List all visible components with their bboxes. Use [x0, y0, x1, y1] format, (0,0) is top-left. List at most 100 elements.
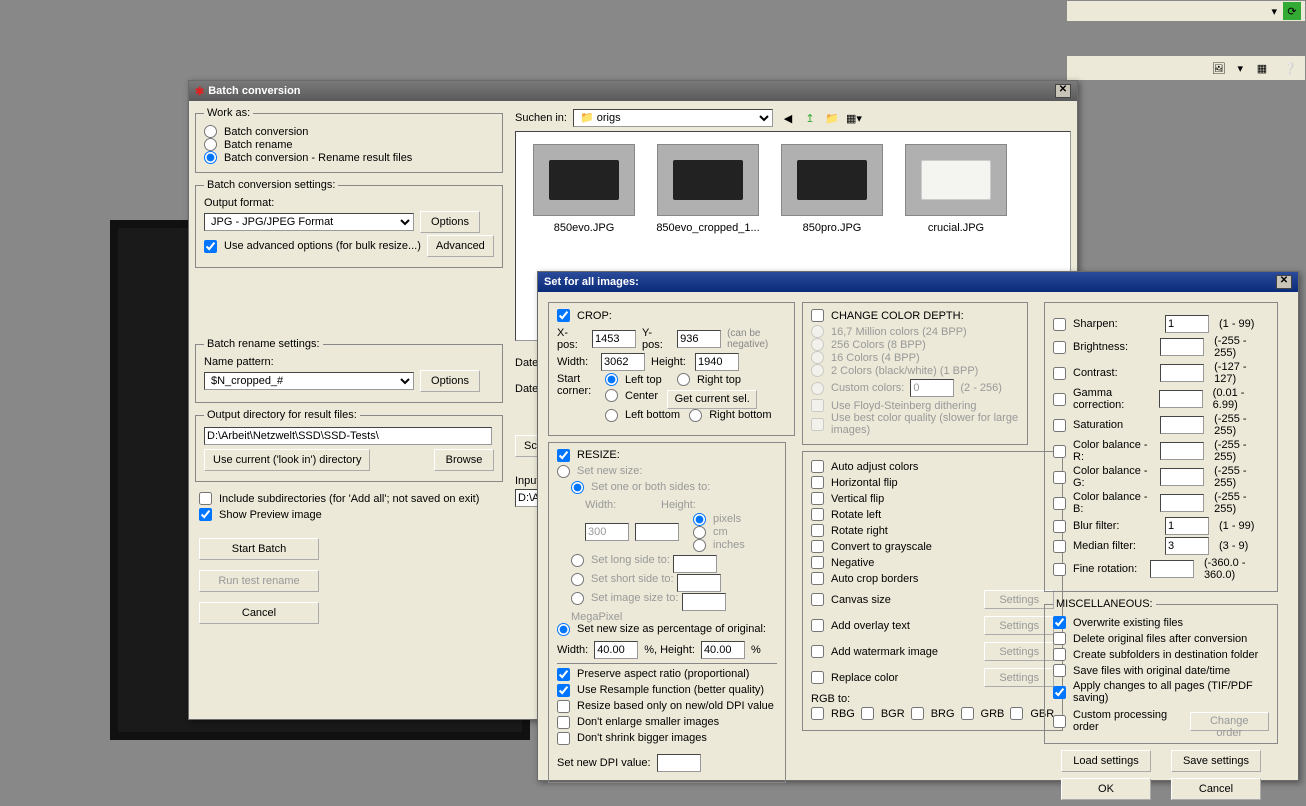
corner-center[interactable]: Center	[605, 389, 658, 402]
rgb-grb[interactable]: GRB	[961, 707, 1005, 720]
rgb-bgr[interactable]: BGR	[861, 707, 905, 720]
rgb-brg[interactable]: BRG	[911, 707, 955, 720]
median-field[interactable]	[1165, 537, 1209, 555]
delete-orig-check[interactable]: Delete original files after conversion	[1053, 632, 1269, 645]
new-folder-icon[interactable]: 📁	[823, 109, 841, 127]
work-as-batch-rename[interactable]: Batch rename	[204, 138, 494, 151]
cbg-field[interactable]	[1160, 468, 1204, 486]
layout-icon[interactable]: ▦	[1253, 59, 1271, 77]
custom-order-check[interactable]: Custom processing order	[1053, 709, 1184, 733]
sharpen-field[interactable]	[1165, 315, 1209, 333]
start-batch-button[interactable]: Start Batch	[199, 538, 319, 560]
subfolders-check[interactable]: Create subfolders in destination folder	[1053, 648, 1269, 661]
blur-field[interactable]	[1165, 517, 1209, 535]
gamma-check[interactable]: Gamma correction:	[1053, 387, 1153, 411]
sat-check[interactable]: Saturation	[1053, 419, 1154, 432]
output-format-select[interactable]: JPG - JPG/JPEG Format	[204, 213, 414, 231]
dont-enlarge-check[interactable]: Don't enlarge smaller images	[557, 716, 719, 729]
rgb-rbg[interactable]: RBG	[811, 707, 855, 720]
watermark-check[interactable]: Add watermark image	[811, 645, 938, 658]
dropdown-arrow-icon[interactable]: ▾	[1271, 5, 1277, 18]
close-icon[interactable]: ✕	[1276, 275, 1292, 289]
corner-right-top[interactable]: Right top	[677, 373, 741, 386]
cancel-button[interactable]: Cancel	[1171, 778, 1261, 800]
color-depth-check[interactable]: CHANGE COLOR DEPTH:	[811, 309, 964, 322]
file-item[interactable]: 850evo_cropped_1...	[650, 144, 766, 234]
one-or-both-radio[interactable]: Set one or both sides to:	[571, 481, 710, 494]
negative-check[interactable]: Negative	[811, 556, 1054, 569]
get-current-sel-button[interactable]: Get current sel.	[667, 390, 757, 409]
vflip-check[interactable]: Vertical flip	[811, 492, 1054, 505]
browse-button[interactable]: Browse	[434, 449, 494, 471]
overwrite-check[interactable]: Overwrite existing files	[1053, 616, 1269, 629]
image-size-radio[interactable]: Set image size to:	[571, 592, 678, 605]
advanced-button[interactable]: Advanced	[427, 235, 494, 257]
orig-date-check[interactable]: Save files with original date/time	[1053, 664, 1269, 677]
dpi-only-check[interactable]: Resize based only on new/old DPI value	[557, 700, 774, 713]
resample-check[interactable]: Use Resample function (better quality)	[557, 684, 764, 697]
canvas-size-check[interactable]: Canvas size	[811, 593, 891, 606]
change-order-button[interactable]: Change order	[1190, 712, 1269, 731]
name-pattern-select[interactable]: $N_cropped_#	[204, 372, 414, 390]
long-side-radio[interactable]: Set long side to:	[571, 554, 670, 567]
back-icon[interactable]: ◀	[779, 109, 797, 127]
hflip-check[interactable]: Horizontal flip	[811, 476, 1054, 489]
corner-right-bottom[interactable]: Right bottom	[689, 409, 771, 422]
fineRot-check[interactable]: Fine rotation:	[1053, 563, 1144, 576]
bright-check[interactable]: Brightness:	[1053, 341, 1154, 354]
crop-xpos-field[interactable]	[592, 330, 636, 348]
include-subdirs-check[interactable]: Include subdirectories (for 'Add all'; n…	[199, 492, 479, 505]
cbr-check[interactable]: Color balance - R:	[1053, 439, 1154, 463]
median-check[interactable]: Median filter:	[1053, 540, 1159, 553]
set-new-size-radio[interactable]: Set new size:	[557, 465, 642, 478]
auto-adjust-check[interactable]: Auto adjust colors	[811, 460, 1054, 473]
cbb-field[interactable]	[1160, 494, 1204, 512]
file-item[interactable]: crucial.JPG	[898, 144, 1014, 234]
refresh-icon[interactable]: ⟳	[1283, 2, 1301, 20]
units-cm[interactable]: cm	[693, 526, 745, 539]
rotate-left-check[interactable]: Rotate left	[811, 508, 1054, 521]
sat-field[interactable]	[1160, 416, 1204, 434]
close-icon[interactable]: ✕	[1055, 84, 1071, 98]
help-icon[interactable]: ❔	[1281, 59, 1299, 77]
percent-height-field[interactable]	[701, 641, 745, 659]
show-preview-check[interactable]: Show Preview image	[199, 508, 322, 521]
crop-height-field[interactable]	[695, 353, 739, 371]
format-options-button[interactable]: Options	[420, 211, 480, 233]
all-pages-check[interactable]: Apply changes to all pages (TIF/PDF savi…	[1053, 680, 1269, 704]
crop-width-field[interactable]	[601, 353, 645, 371]
rotate-right-check[interactable]: Rotate right	[811, 524, 1054, 537]
crop-check[interactable]: CROP:	[557, 309, 612, 322]
rename-options-button[interactable]: Options	[420, 370, 480, 392]
use-current-dir-button[interactable]: Use current ('look in') directory	[204, 449, 370, 471]
percent-width-field[interactable]	[594, 641, 638, 659]
output-dir-field[interactable]	[204, 427, 492, 445]
run-test-rename-button[interactable]: Run test rename	[199, 570, 319, 592]
fineRot-field[interactable]	[1150, 560, 1194, 578]
preserve-aspect-check[interactable]: Preserve aspect ratio (proportional)	[557, 668, 749, 681]
cancel-button[interactable]: Cancel	[199, 602, 319, 624]
cbg-check[interactable]: Color balance - G:	[1053, 465, 1154, 489]
sharpen-check[interactable]: Sharpen:	[1053, 318, 1159, 331]
percent-radio[interactable]: Set new size as percentage of original:	[557, 623, 766, 636]
units-pixels[interactable]: pixels	[693, 513, 745, 526]
gamma-field[interactable]	[1159, 390, 1203, 408]
auto-crop-check[interactable]: Auto crop borders	[811, 572, 1054, 585]
units-inches[interactable]: inches	[693, 539, 745, 552]
cbr-field[interactable]	[1160, 442, 1204, 460]
save-settings-button[interactable]: Save settings	[1171, 750, 1261, 772]
replace-color-check[interactable]: Replace color	[811, 671, 898, 684]
corner-left-top[interactable]: Left top	[605, 373, 662, 386]
corner-left-bottom[interactable]: Left bottom	[605, 409, 680, 422]
file-item[interactable]: 850pro.JPG	[774, 144, 890, 234]
up-folder-icon[interactable]: ↥	[801, 109, 819, 127]
overlay-text-check[interactable]: Add overlay text	[811, 619, 910, 632]
file-item[interactable]: 850evo.JPG	[526, 144, 642, 234]
advanced-options-check[interactable]: Use advanced options (for bulk resize...…	[204, 240, 421, 253]
work-as-both[interactable]: Batch conversion - Rename result files	[204, 151, 494, 164]
new-dpi-field[interactable]	[657, 754, 701, 772]
work-as-batch-conversion[interactable]: Batch conversion	[204, 125, 494, 138]
cbb-check[interactable]: Color balance - B:	[1053, 491, 1154, 515]
bright-field[interactable]	[1160, 338, 1204, 356]
short-side-radio[interactable]: Set short side to:	[571, 573, 674, 586]
